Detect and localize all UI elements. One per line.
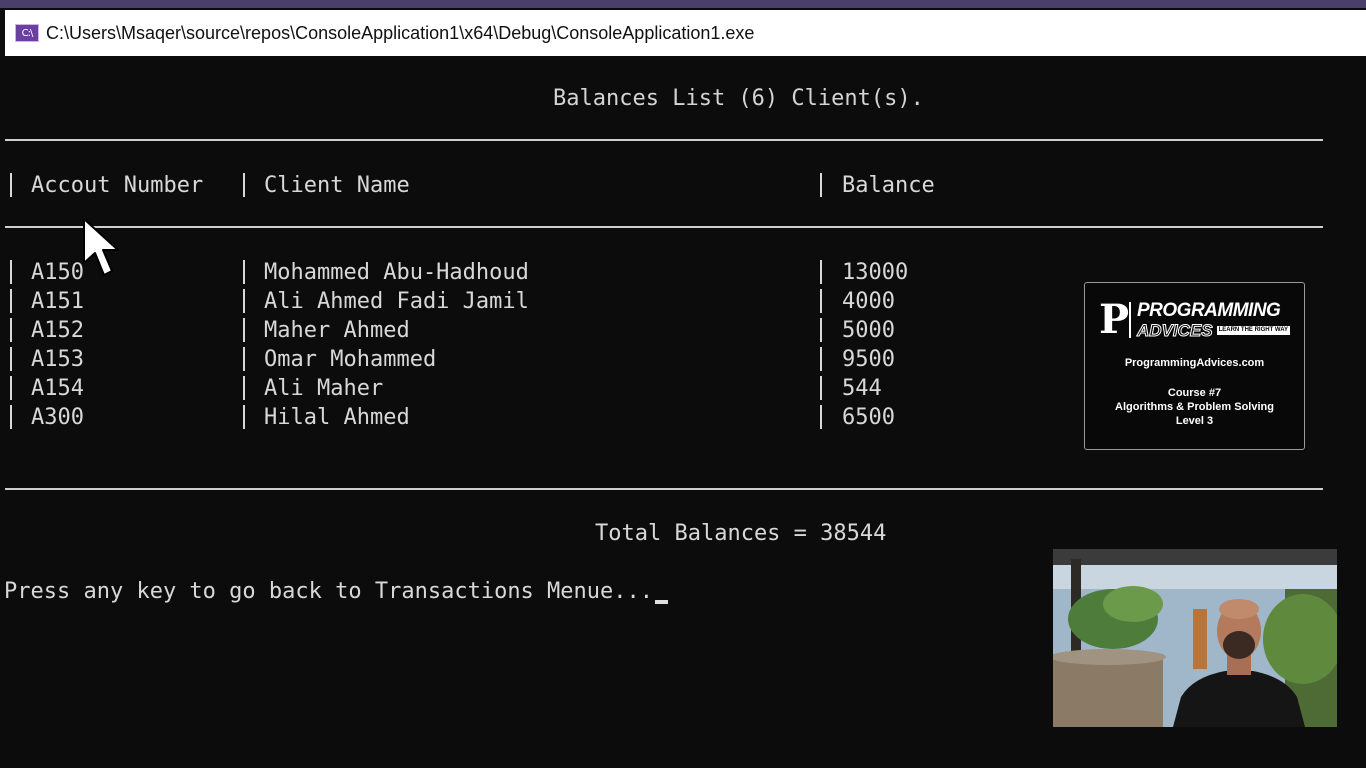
table-row: A153 Omar Mohammed 9500 — [0, 347, 895, 375]
balance-cell: 5000 — [842, 318, 895, 343]
programming-advices-logo: P PROGRAMMING ADVICES LEARN THE RIGHT WA… — [1084, 282, 1305, 450]
client-name-cell: Ali Maher — [264, 376, 384, 401]
column-separator — [820, 405, 822, 429]
table-row: A154 Ali Maher 544 — [0, 376, 882, 404]
logo-mark: P PROGRAMMING ADVICES LEARN THE RIGHT WA… — [1099, 296, 1291, 343]
window-title: C:\Users\Msaqer\source\repos\ConsoleAppl… — [46, 22, 755, 43]
balance-cell: 9500 — [842, 347, 895, 372]
header-balance: Balance — [842, 173, 935, 198]
balance-cell: 544 — [842, 376, 882, 401]
course-title: Algorithms & Problem Solving — [1115, 401, 1274, 413]
prompt-text: Press any key to go back to Transactions… — [4, 579, 654, 604]
logo-word-programming: PROGRAMMING — [1137, 300, 1281, 321]
column-separator — [10, 289, 12, 313]
account-number-cell: A150 — [31, 260, 84, 285]
course-number: Course #7 — [1167, 387, 1222, 399]
account-number-cell: A153 — [31, 347, 84, 372]
column-separator — [10, 347, 12, 371]
course-info: Course #7 Algorithms & Problem Solving L… — [1085, 386, 1304, 428]
account-number-cell: A154 — [31, 376, 84, 401]
column-separator — [10, 405, 12, 429]
webcam-video — [1053, 549, 1337, 727]
logo-tagline: LEARN THE RIGHT WAY — [1216, 326, 1291, 335]
top-divider — [5, 139, 1323, 141]
press-key-prompt: Press any key to go back to Transactions… — [4, 579, 669, 604]
column-separator — [10, 260, 12, 284]
column-separator — [243, 376, 245, 400]
balances-heading: Balances List (6) Client(s). — [553, 86, 924, 111]
column-separator — [820, 376, 822, 400]
mouse-pointer-icon — [83, 218, 119, 276]
account-number-cell: A300 — [31, 405, 84, 430]
column-separator — [820, 347, 822, 371]
account-number-cell: A151 — [31, 289, 84, 314]
column-separator — [820, 173, 822, 197]
column-separator — [243, 318, 245, 342]
table-row: A152 Maher Ahmed 5000 — [0, 318, 895, 346]
client-name-cell: Maher Ahmed — [264, 318, 410, 343]
webcam-image — [1053, 549, 1337, 727]
logo-p-icon: P — [1099, 296, 1130, 343]
logo-word-advices: ADVICES — [1137, 321, 1214, 340]
column-separator — [10, 318, 12, 342]
window-top-border — [0, 0, 1366, 8]
column-separator — [10, 173, 12, 197]
balance-cell: 4000 — [842, 289, 895, 314]
column-separator — [10, 376, 12, 400]
table-row: A151 Ali Ahmed Fadi Jamil 4000 — [0, 289, 895, 317]
course-level: Level 3 — [1175, 415, 1214, 427]
column-separator — [820, 318, 822, 342]
console-output[interactable]: Balances List (6) Client(s). Accout Numb… — [0, 56, 1366, 768]
client-name-cell: Hilal Ahmed — [264, 405, 410, 430]
column-separator — [243, 347, 245, 371]
client-name-cell: Omar Mohammed — [264, 347, 437, 372]
balance-cell: 6500 — [842, 405, 895, 430]
column-separator — [243, 289, 245, 313]
column-separator — [243, 405, 245, 429]
bottom-divider — [5, 488, 1323, 490]
client-name-cell: Ali Ahmed Fadi Jamil — [264, 289, 529, 314]
total-balances: Total Balances = 38544 — [595, 521, 887, 546]
column-separator — [820, 260, 822, 284]
console-app-icon: C:\ — [15, 24, 39, 42]
column-separator — [243, 260, 245, 284]
header-divider — [5, 226, 1323, 228]
logo-divider — [1129, 302, 1131, 338]
column-separator — [820, 289, 822, 313]
table-header: Accout Number Client Name Balance — [0, 173, 935, 201]
account-number-cell: A152 — [31, 318, 84, 343]
window-titlebar[interactable]: C:\ C:\Users\Msaqer\source\repos\Console… — [5, 10, 1366, 56]
table-row: A150 Mohammed Abu-Hadhoud 13000 — [0, 260, 908, 288]
header-account-number: Accout Number — [31, 173, 204, 198]
text-cursor — [655, 600, 669, 604]
header-client-name: Client Name — [264, 173, 410, 198]
logo-website: ProgrammingAdvices.com — [1124, 357, 1265, 369]
client-name-cell: Mohammed Abu-Hadhoud — [264, 260, 529, 285]
balance-cell: 13000 — [842, 260, 909, 285]
column-separator — [243, 173, 245, 197]
table-row: A300 Hilal Ahmed 6500 — [0, 405, 895, 433]
